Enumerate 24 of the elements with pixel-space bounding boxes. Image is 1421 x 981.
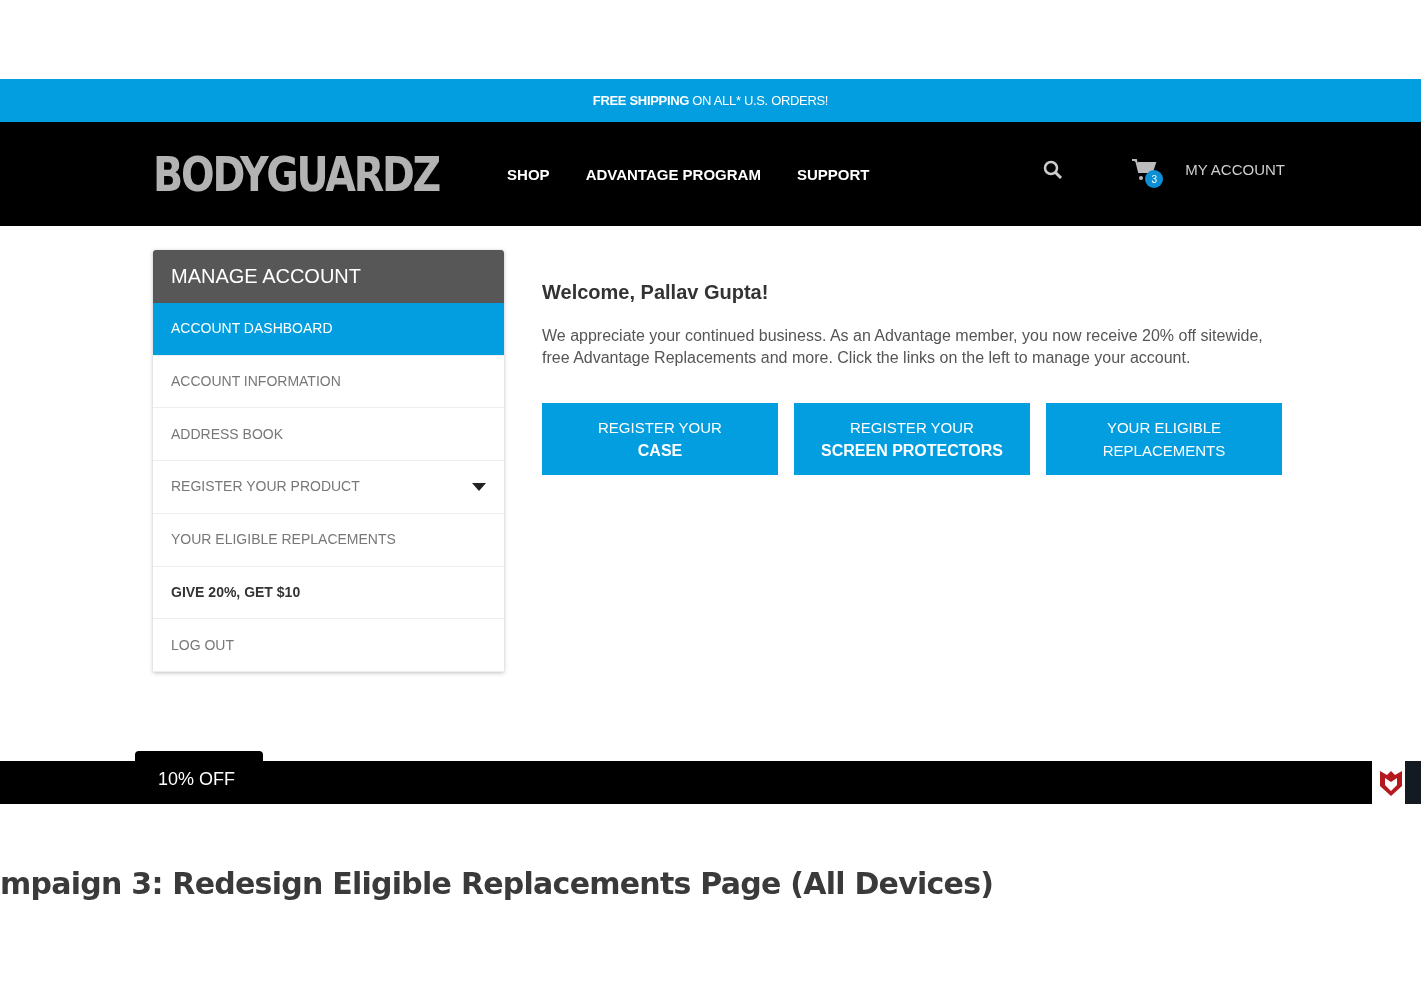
cart-count-badge: 3 [1145,170,1164,188]
menu-item[interactable]: ACCOUNT DASHBOARD [153,302,504,356]
welcome-heading: Welcome, Pallav Gupta! [542,280,770,305]
cart-icon[interactable] [1131,158,1158,182]
menu-item[interactable]: ACCOUNT INFORMATION [153,355,504,409]
promo-text: FREE SHIPPING ON ALL* U.S. ORDERS! [592,91,829,110]
action-button[interactable]: REGISTER YOUR SCREEN PROTECTORS [794,403,1030,475]
nav-link[interactable]: ADVANTAGE PROGRAM [585,163,761,187]
welcome-text: We appreciate your continued business. As an Advantage member, you now receive 20% off sitewide, free Advantage Replacements and more. Click the links on the left to manage your account. [542,326,1264,368]
caption: mpaign 3: Redesign Eligible Replacements Page (All Devices) [0,864,994,903]
action-button[interactable]: YOUR ELIGIBLE REPLACEMENTS [1046,403,1282,475]
menu-item[interactable]: REGISTER YOUR PRODUCT [153,461,504,514]
logo[interactable]: BODYGUARDZ [153,137,440,211]
account-link[interactable]: MY ACCOUNT [1185,158,1285,182]
menu-title: MANAGE ACCOUNT [171,264,362,290]
menu-item[interactable]: GIVE 20%, GET $10 [153,566,504,620]
search-icon[interactable] [1043,160,1064,180]
nav-link[interactable]: SHOP [507,163,550,187]
action-button[interactable]: REGISTER YOUR CASE [542,403,778,475]
caret-icon [472,482,486,491]
menu-item[interactable]: ADDRESS BOOK [153,408,504,461]
nav-link[interactable]: SUPPORT [796,163,870,187]
menu-item[interactable]: LOG OUT [153,619,504,672]
menu-item[interactable]: YOUR ELIGIBLE REPLACEMENTS [153,513,504,567]
